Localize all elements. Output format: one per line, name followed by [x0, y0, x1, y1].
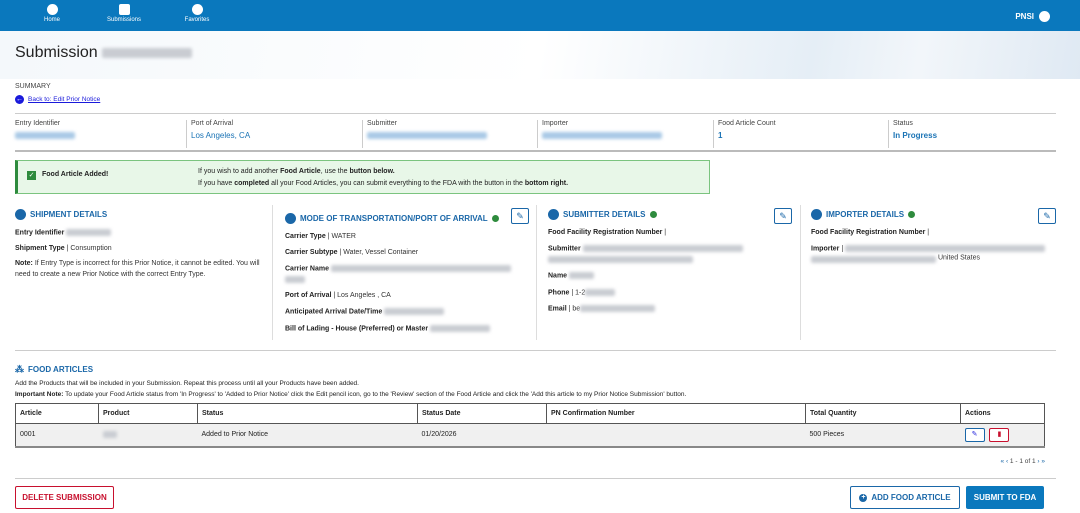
nav-label: Submissions — [106, 17, 141, 23]
delete-article-button[interactable]: ▮ — [989, 427, 1010, 442]
back-link-text: Back to: Edit Prior Notice — [28, 96, 101, 103]
page-title: Submission — [15, 44, 193, 62]
pencil-icon: ✎ — [779, 211, 787, 221]
nav-submissions[interactable]: Submissions — [94, 4, 154, 23]
user-circle-icon — [548, 209, 559, 220]
col-pn-confirmation[interactable]: PN Confirmation Number — [546, 403, 806, 424]
col-article[interactable]: Article — [15, 403, 99, 424]
check-circle-icon — [908, 211, 916, 218]
cell-product — [98, 423, 198, 448]
user-menu[interactable]: PNSI — [1015, 11, 1050, 22]
pencil-icon: ✎ — [516, 211, 524, 221]
nav-label: Home — [43, 17, 60, 23]
table-row: 0001 Added to Prior Notice 01/20/2026 50… — [15, 423, 1045, 448]
success-alert: ✓ Food Article Added! If you wish to add… — [15, 160, 710, 194]
pencil-icon: ✎ — [1043, 211, 1051, 221]
user-icon — [1039, 11, 1050, 22]
cell-actions: ✎ ▮ — [960, 423, 1045, 448]
user-name: PNSI — [1015, 12, 1034, 21]
delete-submission-button[interactable]: DELETE SUBMISSION — [15, 486, 114, 509]
user-circle-icon — [15, 209, 26, 220]
cell-pn — [546, 423, 806, 448]
shipment-details: SHIPMENT DETAILS Entry Identifier Shipme… — [15, 209, 260, 279]
cell-article: 0001 — [15, 423, 99, 448]
top-nav-bar: Home Submissions Favorites PNSI — [0, 0, 1080, 31]
nav-label: Favorites — [184, 17, 210, 23]
user-circle-icon — [285, 213, 296, 224]
last-page-button[interactable]: » — [1041, 458, 1045, 465]
col-actions: Actions — [960, 403, 1045, 424]
cell-quantity: 500 Pieces — [805, 423, 961, 448]
edit-importer-button[interactable]: ✎ — [1038, 208, 1056, 224]
section-label: SUMMARY — [15, 83, 51, 90]
summary-port-of-arrival: Port of Arrival Los Angeles, CA — [186, 120, 250, 148]
checkbox-check-icon: ✓ — [27, 171, 36, 180]
next-page-button[interactable]: › — [1037, 458, 1039, 465]
food-icon: ⁂ — [15, 364, 24, 374]
back-link[interactable]: ← Back to: Edit Prior Notice — [15, 95, 100, 104]
page-info: 1 - 1 of 1 — [1009, 458, 1036, 465]
importer-details: IMPORTER DETAILS Food Facility Registrat… — [811, 209, 1051, 264]
col-product[interactable]: Product — [98, 403, 198, 424]
edit-submitter-button[interactable]: ✎ — [774, 208, 792, 224]
nav-favorites[interactable]: Favorites — [167, 4, 227, 23]
summary-submitter: Submitter — [362, 120, 487, 148]
cell-status: Added to Prior Notice — [197, 423, 418, 448]
alert-title: Food Article Added! — [42, 171, 109, 178]
summary-status: Status In Progress — [888, 120, 937, 148]
trash-icon: ▮ — [997, 430, 1002, 438]
add-food-article-button[interactable]: + ADD FOOD ARTICLE — [850, 486, 960, 509]
food-articles-header: ⁂ FOOD ARTICLES Add the Products that wil… — [15, 364, 687, 398]
food-articles-table: Article Product Status Status Date PN Co… — [15, 403, 1045, 448]
check-circle-icon — [649, 211, 657, 218]
alert-message: If you wish to add another Food Article,… — [198, 168, 569, 187]
summary-food-article-count: Food Article Count 1 — [713, 120, 776, 148]
user-circle-icon — [811, 209, 822, 220]
summary-importer: Importer — [537, 120, 662, 148]
edit-transport-button[interactable]: ✎ — [511, 208, 529, 224]
clipboard-icon — [118, 4, 130, 15]
submit-to-fda-button[interactable]: SUBMIT TO FDA — [966, 486, 1044, 509]
pagination: « ‹ 1 - 1 of 1 › » — [1001, 458, 1046, 465]
home-icon — [46, 4, 58, 15]
prev-page-button[interactable]: ‹ — [1006, 458, 1008, 465]
submitter-details: SUBMITTER DETAILS Food Facility Registra… — [548, 209, 788, 312]
col-total-quantity[interactable]: Total Quantity — [805, 403, 961, 424]
col-status-date[interactable]: Status Date — [417, 403, 547, 424]
add-label: ADD FOOD ARTICLE — [871, 493, 951, 502]
edit-article-button[interactable]: ✎ — [964, 427, 985, 442]
plus-circle-icon: + — [859, 493, 868, 502]
nav-home[interactable]: Home — [22, 4, 82, 23]
cell-status-date: 01/20/2026 — [417, 423, 547, 448]
arrow-left-icon: ← — [15, 95, 24, 104]
check-circle-icon — [491, 215, 499, 222]
col-status[interactable]: Status — [197, 403, 418, 424]
first-page-button[interactable]: « — [1001, 458, 1005, 465]
star-icon — [191, 4, 203, 15]
summary-entry-identifier: Entry Identifier — [11, 120, 75, 148]
transport-details: MODE OF TRANSPORTATION/PORT OF ARRIVAL C… — [285, 213, 525, 332]
